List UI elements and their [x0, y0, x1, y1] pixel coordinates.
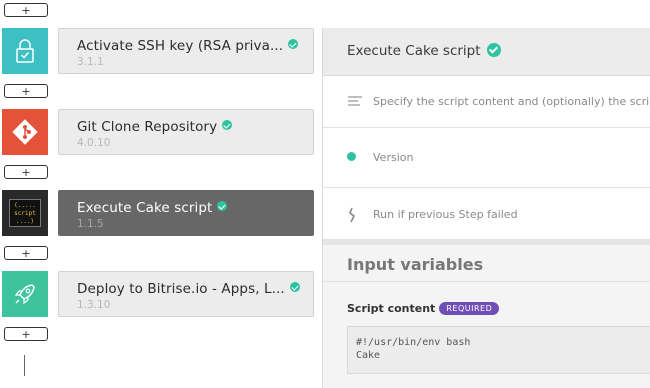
version-label: Version [373, 151, 414, 164]
cake-script-step-icon[interactable]: (..... script ....) [2, 190, 48, 236]
rocket-icon [14, 284, 35, 305]
step-version: 1.1.5 [77, 218, 104, 230]
step-version: 1.3.10 [77, 299, 111, 311]
cake-script-icon: (..... script ....) [9, 199, 41, 227]
ssh-key-step-icon[interactable] [2, 28, 48, 74]
step-card-deploy[interactable]: Deploy to Bitrise.io - Apps, L... 1.3.10 [58, 271, 314, 317]
add-step-button[interactable]: + [4, 165, 48, 179]
verified-check-icon [486, 43, 501, 57]
step-card-execute-cake[interactable]: Execute Cake script 1.1.5 [58, 190, 314, 236]
icon-line: (..... [14, 202, 36, 209]
panel-title: Execute Cake script [347, 43, 501, 59]
icon-line: ....) [15, 218, 35, 225]
step-version: 4.0.10 [77, 137, 111, 149]
step-card-ssh-key[interactable]: Activate SSH key (RSA priva... 3.1.1 [58, 28, 314, 74]
script-content-input[interactable]: #!/usr/bin/env bash Cake [347, 326, 650, 374]
step-card-git-clone[interactable]: Git Clone Repository 4.0.10 [58, 109, 314, 155]
description-row[interactable]: Specify the script content and (optional… [323, 76, 650, 128]
input-variables-title: Input variables [347, 255, 484, 274]
deploy-step-icon[interactable] [2, 271, 48, 317]
verified-check-icon [222, 120, 233, 130]
add-step-button[interactable]: + [4, 84, 48, 98]
add-step-button[interactable]: + [4, 3, 48, 17]
verified-check-icon [217, 201, 228, 211]
step-version: 3.1.1 [77, 56, 104, 68]
panel-header: Execute Cake script [323, 28, 650, 76]
add-step-button[interactable]: + [4, 246, 48, 260]
script-line: Cake [356, 350, 381, 361]
run-if-failed-label: Run if previous Step failed [373, 208, 518, 221]
step-title: Execute Cake script [77, 200, 228, 216]
git-icon [12, 119, 38, 145]
step-detail-panel: Execute Cake script Specify the script c… [322, 28, 650, 388]
verified-check-icon [288, 39, 299, 49]
required-badge: REQUIRED [439, 302, 500, 315]
version-status-dot-icon [347, 152, 356, 161]
description-lines-icon [348, 96, 362, 106]
script-line: #!/usr/bin/env bash [356, 337, 471, 348]
workflow-connector-line [24, 355, 25, 376]
run-if-failed-icon [349, 207, 356, 223]
step-description: Specify the script content and (optional… [373, 95, 650, 108]
script-content-label: Script content REQUIRED [347, 302, 500, 315]
input-variables-header: Input variables [323, 245, 650, 282]
lock-check-icon [16, 39, 34, 63]
icon-line: script [14, 210, 36, 217]
step-title: Activate SSH key (RSA priva... [77, 38, 299, 54]
step-title: Deploy to Bitrise.io - Apps, L... [77, 281, 300, 297]
git-clone-step-icon[interactable] [2, 109, 48, 155]
version-row[interactable]: Version [323, 128, 650, 188]
step-title: Git Clone Repository [77, 119, 233, 135]
run-if-failed-row[interactable]: Run if previous Step failed [323, 188, 650, 240]
verified-check-icon [289, 282, 300, 292]
add-step-button[interactable]: + [4, 327, 48, 341]
